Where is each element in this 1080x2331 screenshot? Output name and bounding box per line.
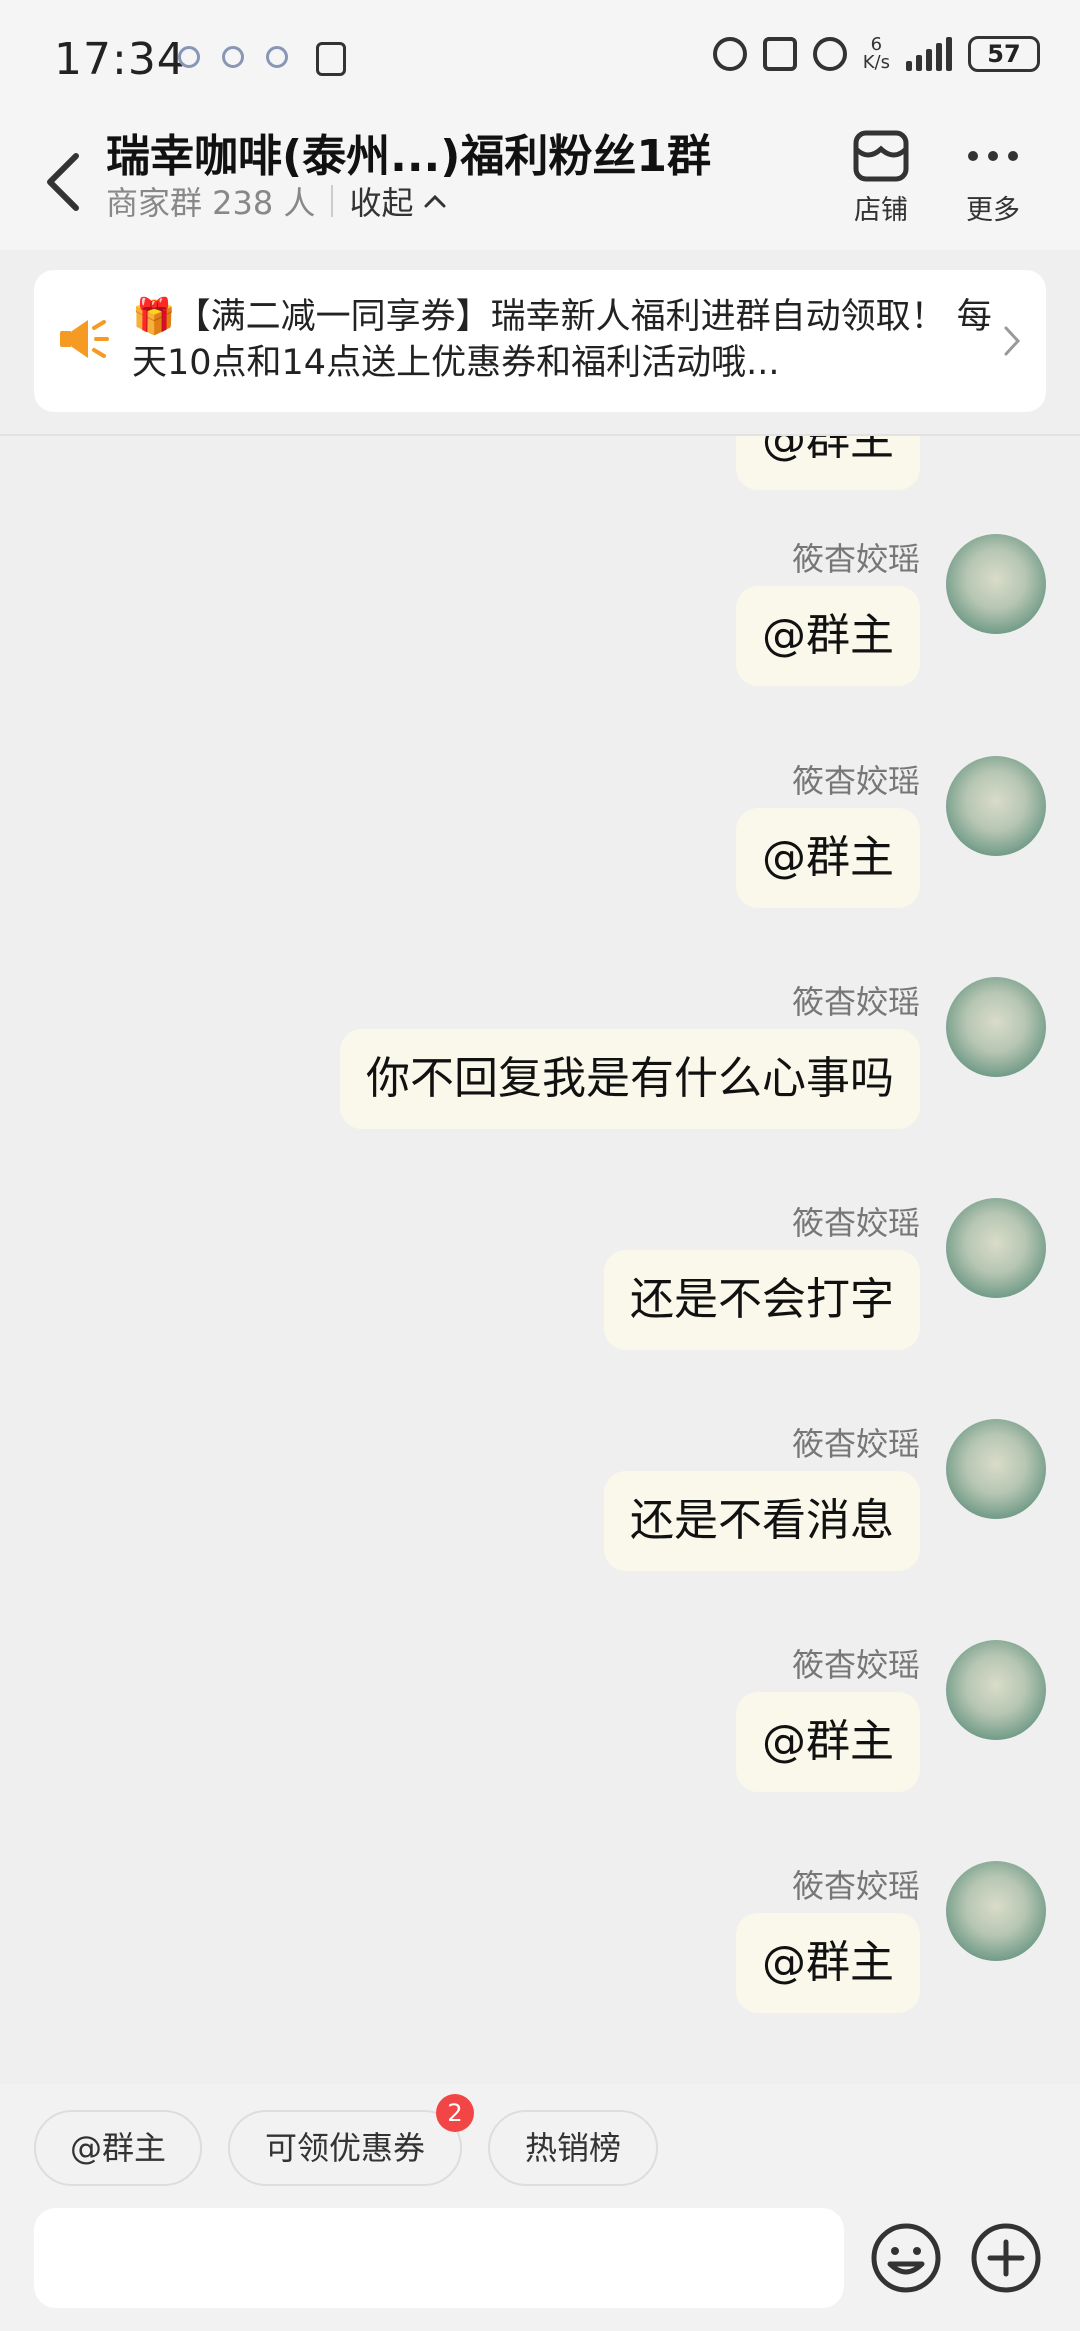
mute-icon bbox=[812, 37, 847, 71]
chip-label: 可领优惠券 bbox=[264, 2129, 425, 2167]
sender-name: 筱杳姣瑶 bbox=[791, 762, 920, 800]
app-notification-icon bbox=[222, 46, 244, 68]
group-title: 瑞幸咖啡(泰州...)福利粉丝1群 bbox=[106, 131, 711, 182]
avatar[interactable] bbox=[946, 977, 1046, 1077]
coupon-chip[interactable]: 可领优惠券 2 bbox=[228, 2094, 474, 2186]
sender-name: 筱杳姣瑶 bbox=[791, 983, 920, 1021]
chat-screen: 17:34 6 K/s 57 瑞幸咖啡(泰州...)福利粉丝1群 商家群 238… bbox=[0, 0, 1080, 2331]
avatar[interactable] bbox=[946, 1419, 1046, 1519]
member-count: 商家群 238 人 bbox=[106, 184, 316, 222]
battery-indicator: 57 bbox=[968, 36, 1040, 72]
avatar[interactable] bbox=[946, 534, 1046, 634]
message-bubble[interactable]: 还是不会打字 bbox=[604, 1250, 920, 1350]
message-bubble[interactable]: 还是不看消息 bbox=[604, 1471, 920, 1571]
mention-owner-chip[interactable]: @群主 bbox=[34, 2110, 202, 2186]
bluetooth-icon bbox=[762, 37, 797, 71]
chat-header: 瑞幸咖啡(泰州...)福利粉丝1群 商家群 238 人 收起 店铺 更多 bbox=[0, 120, 1080, 250]
sender-name: 筱杳姣瑶 bbox=[791, 1646, 920, 1684]
subtitle-divider bbox=[331, 185, 334, 217]
collapse-label: 收起 bbox=[349, 184, 414, 222]
back-arrow-icon bbox=[47, 153, 79, 211]
notification-icons bbox=[178, 46, 288, 68]
emoji-button[interactable] bbox=[870, 2222, 942, 2298]
avatar[interactable] bbox=[946, 1640, 1046, 1740]
back-button[interactable] bbox=[36, 142, 92, 222]
chip-label: 热销榜 bbox=[524, 2129, 621, 2167]
more-actions-button[interactable] bbox=[970, 2222, 1042, 2298]
collapse-toggle[interactable]: 收起 bbox=[349, 178, 447, 224]
more-dots-icon bbox=[968, 151, 1018, 161]
sender-name: 筱杳姣瑶 bbox=[791, 540, 920, 578]
network-speed-unit: K/s bbox=[862, 52, 890, 73]
chip-label: @群主 bbox=[69, 2129, 166, 2167]
store-label: 店铺 bbox=[854, 195, 908, 226]
emoji-icon bbox=[871, 2223, 941, 2293]
message-bubble[interactable]: @群主 bbox=[736, 1913, 920, 2013]
bestseller-chip[interactable]: 热销榜 bbox=[488, 2110, 658, 2186]
group-announcement[interactable]: 🎁【满二减一同享券】瑞幸新人福利进群自动领取！ 每天10点和14点送上优惠券和福… bbox=[34, 270, 1046, 412]
sender-name: 筱杳姣瑶 bbox=[791, 1867, 920, 1905]
plus-icon bbox=[971, 2223, 1041, 2293]
message-bubble[interactable]: @群主 bbox=[736, 436, 920, 490]
status-right: 6 K/s 57 bbox=[712, 36, 1040, 72]
quick-actions: @群主 可领优惠券 2 热销榜 bbox=[0, 2084, 1080, 2204]
sender-name: 筱杳姣瑶 bbox=[791, 1204, 920, 1242]
chevron-up-icon bbox=[424, 194, 446, 208]
message-bubble[interactable]: 你不回复我是有什么心事吗 bbox=[340, 1029, 920, 1129]
avatar[interactable] bbox=[946, 756, 1046, 856]
chevron-right-icon bbox=[1002, 324, 1022, 362]
store-icon bbox=[853, 130, 909, 182]
message-bubble[interactable]: @群主 bbox=[736, 808, 920, 908]
more-label: 更多 bbox=[966, 195, 1020, 226]
message-bubble[interactable]: @群主 bbox=[736, 586, 920, 686]
status-time: 17:34 bbox=[54, 34, 186, 85]
app-notification-icon bbox=[178, 46, 200, 68]
message-input[interactable] bbox=[34, 2208, 844, 2308]
input-bar bbox=[0, 2204, 1080, 2331]
sender-name: 筱杳姣瑶 bbox=[791, 1425, 920, 1463]
group-subtitle: 商家群 238 人 收起 bbox=[106, 178, 447, 224]
avatar[interactable] bbox=[946, 1198, 1046, 1298]
signal-icon bbox=[906, 37, 952, 71]
avatar[interactable] bbox=[946, 1861, 1046, 1961]
status-bar: 17:34 6 K/s 57 bbox=[0, 0, 1080, 120]
megaphone-icon bbox=[56, 314, 110, 368]
store-button[interactable]: 店铺 bbox=[836, 124, 926, 227]
alarm-icon bbox=[712, 37, 747, 71]
message-bubble[interactable]: @群主 bbox=[736, 1692, 920, 1792]
announcement-text: 🎁【满二减一同享券】瑞幸新人福利进群自动领取！ 每天10点和14点送上优惠券和福… bbox=[132, 297, 992, 383]
more-button[interactable]: 更多 bbox=[948, 124, 1038, 227]
message-list[interactable]: @群主 筱杳姣瑶 @群主 筱杳姣瑶 @群主 筱杳姣瑶 你不回复我是有什么心事吗 … bbox=[0, 436, 1080, 2084]
notification-badge: 2 bbox=[436, 2094, 474, 2132]
app-notification-icon bbox=[266, 46, 288, 68]
network-speed: 6 K/s bbox=[863, 36, 890, 72]
nfc-icon bbox=[316, 42, 346, 76]
